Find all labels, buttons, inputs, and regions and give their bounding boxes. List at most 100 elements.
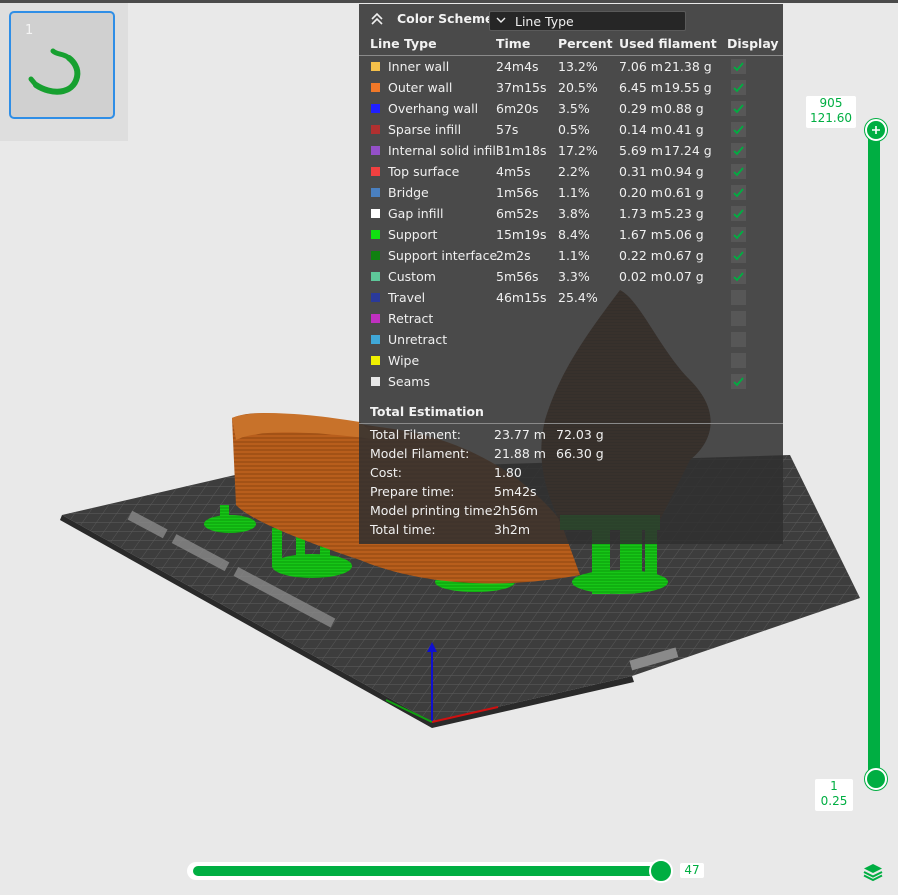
display-checkbox[interactable] xyxy=(731,374,746,389)
layer-top-label: 905 121.60 xyxy=(806,96,856,128)
row-time: 4m5s xyxy=(496,164,531,179)
display-checkbox[interactable] xyxy=(731,290,746,305)
row-name: Retract xyxy=(388,311,434,326)
row-meters: 0.14 m xyxy=(619,122,663,137)
total-v1: 5m42s xyxy=(494,484,537,499)
color-swatch xyxy=(371,209,380,218)
chevron-up-double-icon[interactable] xyxy=(369,11,385,27)
row-time: 24m4s xyxy=(496,59,539,74)
plate-thumbnail-panel: 1 xyxy=(0,3,128,141)
row-name: Inner wall xyxy=(388,59,450,74)
row-meters: 5.69 m xyxy=(619,143,663,158)
col-line-type: Line Type xyxy=(370,36,437,51)
layers-icon[interactable] xyxy=(862,861,884,883)
check-icon xyxy=(733,125,744,135)
color-scheme-title: Color Scheme xyxy=(397,11,494,26)
line-type-row: Outer wall 37m15s 20.5% 6.45 m 19.55 g xyxy=(359,77,783,98)
row-grams: 17.24 g xyxy=(664,143,712,158)
check-icon xyxy=(733,104,744,114)
total-v1: 21.88 m xyxy=(494,446,546,461)
row-percent: 0.5% xyxy=(558,122,590,137)
row-grams: 0.41 g xyxy=(664,122,704,137)
total-divider xyxy=(359,423,783,424)
layer-slider-top-handle[interactable] xyxy=(865,119,887,141)
row-meters: 0.02 m xyxy=(619,269,663,284)
display-checkbox[interactable] xyxy=(731,311,746,326)
color-swatch xyxy=(371,314,380,323)
plate-thumbnail[interactable]: 1 xyxy=(9,11,115,119)
display-checkbox[interactable] xyxy=(731,143,746,158)
layer-top-height: 121.60 xyxy=(810,111,852,125)
row-grams: 5.23 g xyxy=(664,206,704,221)
display-checkbox[interactable] xyxy=(731,122,746,137)
row-time: 31m18s xyxy=(496,143,547,158)
layer-slider-track[interactable] xyxy=(868,128,880,780)
line-type-row: Internal solid infill 31m18s 17.2% 5.69 m 17… xyxy=(359,140,783,161)
row-name: Bridge xyxy=(388,185,429,200)
check-icon xyxy=(733,251,744,261)
color-swatch xyxy=(371,335,380,344)
line-type-row: Custom 5m56s 3.3% 0.02 m 0.07 g xyxy=(359,266,783,287)
total-row: Model Filament: 21.88 m 66.30 g xyxy=(359,444,783,463)
row-name: Outer wall xyxy=(388,80,453,95)
row-name: Wipe xyxy=(388,353,420,368)
color-swatch xyxy=(371,167,380,176)
move-slider-fill xyxy=(193,866,661,876)
color-swatch xyxy=(371,251,380,260)
total-v1: 23.77 m xyxy=(494,427,546,442)
display-checkbox[interactable] xyxy=(731,185,746,200)
total-label: Total Filament: xyxy=(370,427,461,442)
line-type-row: Unretract xyxy=(359,329,783,350)
row-percent: 3.3% xyxy=(558,269,590,284)
row-grams: 19.55 g xyxy=(664,80,712,95)
total-v1: 3h2m xyxy=(494,522,531,537)
layer-bottom-number: 1 xyxy=(830,779,838,793)
display-checkbox[interactable] xyxy=(731,269,746,284)
row-name: Sparse infill xyxy=(388,122,462,137)
col-percent: Percent xyxy=(558,36,613,51)
color-swatch xyxy=(371,272,380,281)
row-meters: 6.45 m xyxy=(619,80,663,95)
total-row: Model printing time: 2h56m xyxy=(359,501,783,520)
move-slider-handle[interactable] xyxy=(649,859,673,883)
color-scheme-dropdown[interactable]: Line Type xyxy=(489,11,686,31)
total-label: Cost: xyxy=(370,465,403,480)
layer-slider-bottom-handle[interactable] xyxy=(865,768,887,790)
total-label: Total time: xyxy=(370,522,436,537)
row-meters: 0.29 m xyxy=(619,101,663,116)
row-name: Seams xyxy=(388,374,430,389)
row-percent: 1.1% xyxy=(558,248,590,263)
display-checkbox[interactable] xyxy=(731,206,746,221)
row-time: 5m56s xyxy=(496,269,539,284)
row-name: Internal solid infill xyxy=(388,143,500,158)
check-icon xyxy=(733,167,744,177)
display-checkbox[interactable] xyxy=(731,59,746,74)
row-grams: 0.94 g xyxy=(664,164,704,179)
row-name: Custom xyxy=(388,269,436,284)
row-grams: 21.38 g xyxy=(664,59,712,74)
row-name: Top surface xyxy=(388,164,460,179)
display-checkbox[interactable] xyxy=(731,248,746,263)
display-checkbox[interactable] xyxy=(731,164,746,179)
row-name: Support xyxy=(388,227,438,242)
display-checkbox[interactable] xyxy=(731,353,746,368)
display-checkbox[interactable] xyxy=(731,101,746,116)
color-swatch xyxy=(371,146,380,155)
total-row: Total Filament: 23.77 m 72.03 g xyxy=(359,425,783,444)
total-estimation-title: Total Estimation xyxy=(370,404,484,419)
row-meters: 1.73 m xyxy=(619,206,663,221)
row-meters: 1.67 m xyxy=(619,227,663,242)
total-label: Model Filament: xyxy=(370,446,470,461)
display-checkbox[interactable] xyxy=(731,227,746,242)
line-type-row: Support 15m19s 8.4% 1.67 m 5.06 g xyxy=(359,224,783,245)
check-icon xyxy=(733,62,744,72)
color-swatch xyxy=(371,188,380,197)
row-percent: 1.1% xyxy=(558,185,590,200)
check-icon xyxy=(733,272,744,282)
display-checkbox[interactable] xyxy=(731,80,746,95)
line-type-row: Support interface 2m2s 1.1% 0.22 m 0.67 g xyxy=(359,245,783,266)
model-preview-icon xyxy=(28,48,81,95)
display-checkbox[interactable] xyxy=(731,332,746,347)
row-meters: 0.20 m xyxy=(619,185,663,200)
row-percent: 8.4% xyxy=(558,227,590,242)
